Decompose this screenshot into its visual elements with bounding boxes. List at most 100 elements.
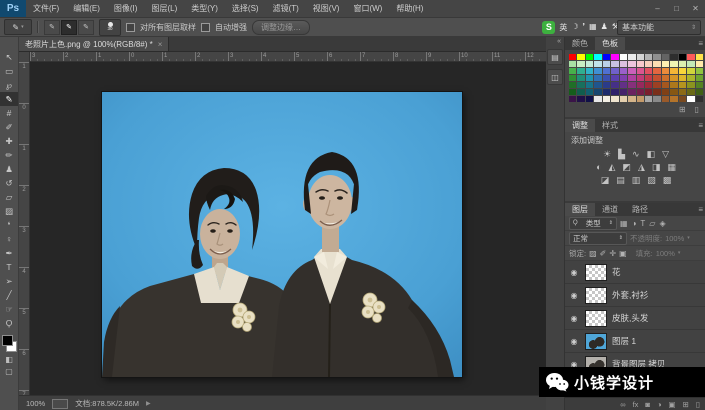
quick-mask-button[interactable]: ◧ bbox=[5, 354, 13, 366]
color-swatch[interactable] bbox=[586, 54, 593, 60]
blur-tool[interactable]: ❛ bbox=[0, 218, 18, 232]
color-swatch[interactable] bbox=[679, 96, 686, 102]
minimize-button[interactable]: – bbox=[648, 0, 667, 17]
sogou-ime-logo[interactable]: S bbox=[542, 21, 555, 34]
layer-group-icon[interactable]: ▣ bbox=[668, 400, 675, 409]
vibrance-icon[interactable]: ▽ bbox=[662, 148, 669, 161]
color-swatch[interactable] bbox=[577, 89, 584, 95]
color-swatch[interactable] bbox=[637, 75, 644, 81]
tool-preset-picker[interactable]: ✎ ▾ bbox=[4, 19, 32, 35]
menu-item[interactable]: 选择(S) bbox=[225, 0, 266, 17]
link-layers-icon[interactable]: ∞ bbox=[620, 400, 625, 409]
color-swatch[interactable] bbox=[628, 89, 635, 95]
color-swatch[interactable] bbox=[670, 82, 677, 88]
menu-item[interactable]: 文件(F) bbox=[26, 0, 66, 17]
filter-smart-objects-icon[interactable]: ◈ bbox=[659, 219, 665, 228]
lock-position-icon[interactable]: ✛ bbox=[609, 249, 616, 258]
color-swatch[interactable] bbox=[696, 96, 703, 102]
color-swatch[interactable] bbox=[645, 68, 652, 74]
clone-stamp-tool[interactable]: ♟ bbox=[0, 162, 18, 176]
color-swatch[interactable] bbox=[662, 96, 669, 102]
color-swatch[interactable] bbox=[569, 61, 576, 67]
panel-tab[interactable]: 色板 bbox=[595, 37, 625, 50]
color-swatch[interactable] bbox=[687, 68, 694, 74]
color-swatch[interactable] bbox=[687, 54, 694, 60]
layer-row[interactable]: ◉ 皮肤,头发 bbox=[565, 307, 705, 330]
color-swatch[interactable] bbox=[645, 61, 652, 67]
type-tool[interactable]: T bbox=[0, 260, 18, 274]
color-swatch[interactable] bbox=[620, 82, 627, 88]
move-tool[interactable]: ↖ bbox=[0, 50, 18, 64]
color-swatch[interactable] bbox=[645, 96, 652, 102]
document-tab[interactable]: 老照片上色.png @ 100%(RGB/8#) * × bbox=[19, 37, 169, 51]
menu-item[interactable]: 视图(V) bbox=[306, 0, 347, 17]
color-swatch[interactable] bbox=[645, 89, 652, 95]
color-swatch[interactable] bbox=[603, 96, 610, 102]
color-swatch[interactable] bbox=[620, 68, 627, 74]
layer-row[interactable]: ◉ 图层 1 bbox=[565, 330, 705, 353]
exposure-icon[interactable]: ◧ bbox=[647, 148, 656, 161]
color-swatch[interactable] bbox=[586, 82, 593, 88]
color-swatch[interactable] bbox=[662, 82, 669, 88]
color-swatch[interactable] bbox=[696, 75, 703, 81]
color-swatch[interactable] bbox=[670, 75, 677, 81]
panel-tab[interactable]: 路径 bbox=[625, 203, 655, 216]
hue-saturation-icon[interactable]: ◐ bbox=[596, 161, 601, 174]
layer-row[interactable]: ◉ 花 bbox=[565, 261, 705, 284]
menu-item[interactable]: 图像(I) bbox=[107, 0, 145, 17]
panel-tab[interactable]: 样式 bbox=[595, 119, 625, 132]
menu-item[interactable]: 窗口(W) bbox=[346, 0, 389, 17]
color-swatch[interactable] bbox=[569, 89, 576, 95]
color-swatch[interactable] bbox=[586, 89, 593, 95]
color-swatch[interactable] bbox=[687, 89, 694, 95]
panel-tab[interactable]: 通道 bbox=[595, 203, 625, 216]
panel-tab[interactable]: 颜色 bbox=[565, 37, 595, 50]
color-swatch[interactable] bbox=[645, 75, 652, 81]
filter-type-layers-icon[interactable]: T bbox=[640, 219, 645, 228]
color-swatch[interactable] bbox=[611, 75, 618, 81]
layer-thumbnail[interactable] bbox=[585, 264, 607, 281]
color-swatch[interactable] bbox=[670, 61, 677, 67]
gradient-map-icon[interactable]: ▨ bbox=[647, 174, 656, 187]
ime-person-icon[interactable]: ♟ bbox=[601, 22, 608, 33]
panel-menu-icon[interactable]: ≡ bbox=[694, 119, 705, 132]
pen-tool[interactable]: ✒ bbox=[0, 246, 18, 260]
filter-shape-layers-icon[interactable]: ▱ bbox=[649, 219, 655, 228]
spot-healing-brush-tool[interactable]: ✚ bbox=[0, 134, 18, 148]
panel-tab[interactable]: 图层 bbox=[565, 203, 595, 216]
color-swatch[interactable] bbox=[670, 96, 677, 102]
refine-edge-button[interactable]: 调整边缘… bbox=[252, 20, 310, 35]
menu-item[interactable]: 编辑(E) bbox=[66, 0, 107, 17]
lasso-tool[interactable]: ℘ bbox=[0, 78, 18, 92]
color-swatch[interactable] bbox=[577, 68, 584, 74]
channel-mixer-icon[interactable]: ◨ bbox=[652, 161, 661, 174]
levels-icon[interactable]: ▙ bbox=[618, 148, 625, 161]
color-swatch[interactable] bbox=[679, 61, 686, 67]
color-swatch[interactable] bbox=[620, 61, 627, 67]
brightness-contrast-icon[interactable]: ☀ bbox=[603, 148, 611, 161]
layer-thumbnail[interactable] bbox=[585, 333, 607, 350]
close-button[interactable]: ✕ bbox=[686, 0, 705, 17]
color-swatch[interactable] bbox=[577, 82, 584, 88]
color-swatch[interactable] bbox=[653, 54, 660, 60]
color-swatch[interactable] bbox=[611, 54, 618, 60]
color-swatch[interactable] bbox=[577, 75, 584, 81]
status-arrow-icon[interactable]: ▶ bbox=[146, 400, 151, 407]
fill-value[interactable]: 100% bbox=[656, 249, 675, 258]
adjustment-layer-icon[interactable]: ◑ bbox=[657, 400, 662, 409]
color-swatch[interactable] bbox=[586, 96, 593, 102]
color-swatch[interactable] bbox=[628, 82, 635, 88]
color-swatch[interactable] bbox=[637, 61, 644, 67]
color-swatch[interactable] bbox=[569, 54, 576, 60]
color-swatch[interactable] bbox=[679, 54, 686, 60]
color-swatch[interactable] bbox=[628, 61, 635, 67]
color-swatch[interactable] bbox=[569, 96, 576, 102]
color-swatch[interactable] bbox=[679, 89, 686, 95]
color-swatch[interactable] bbox=[645, 82, 652, 88]
eyedropper-tool[interactable]: ✐ bbox=[0, 120, 18, 134]
menu-item[interactable]: 帮助(H) bbox=[389, 0, 430, 17]
color-swatch[interactable] bbox=[577, 54, 584, 60]
maximize-button[interactable]: □ bbox=[667, 0, 686, 17]
color-swatch[interactable] bbox=[620, 75, 627, 81]
color-swatch[interactable] bbox=[594, 89, 601, 95]
